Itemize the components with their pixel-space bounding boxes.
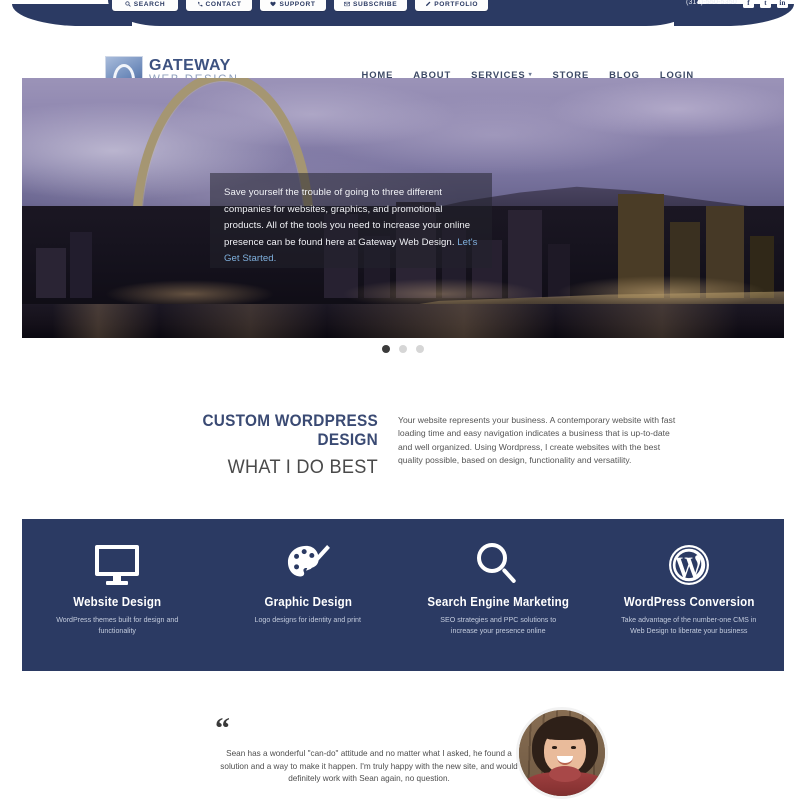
- service-card-search-engine-marketing[interactable]: Search Engine Marketing SEO strategies a…: [403, 519, 594, 637]
- hero-body-text: Save yourself the trouble of going to th…: [224, 187, 471, 248]
- close-quote-icon: “: [470, 795, 483, 805]
- service-card-graphic-design[interactable]: Graphic Design Logo designs for identity…: [213, 519, 404, 626]
- support-button[interactable]: SUPPORT: [260, 0, 326, 11]
- site-header: GATEWAY WEB DESIGN WEBSITES | GRAPHICS |…: [0, 26, 806, 94]
- slider-dot-2[interactable]: [399, 345, 407, 353]
- monitor-icon: [22, 541, 213, 589]
- twitter-icon[interactable]: t: [760, 0, 771, 8]
- intro-heading-bottom: WHAT I DO BEST: [227, 456, 378, 478]
- palette-icon: [213, 541, 404, 589]
- service-card-wordpress-conversion[interactable]: WordPress Conversion Take advantage of t…: [594, 519, 785, 637]
- intro-paragraph: Your website represents your business. A…: [398, 415, 676, 466]
- envelope-icon: [344, 1, 350, 7]
- portfolio-button[interactable]: PORTFOLIO: [415, 0, 489, 11]
- service-card-website-design[interactable]: Website Design WordPress themes built fo…: [22, 519, 213, 637]
- slider-dot-1[interactable]: [382, 345, 390, 353]
- subscribe-button-label: SUBSCRIBE: [353, 0, 398, 8]
- page-root: SEARCH CONTACT SUPPORT SUBSCRIBE PORTFOL…: [0, 0, 806, 805]
- top-utility-bar: SEARCH CONTACT SUPPORT SUBSCRIBE PORTFOL…: [0, 0, 806, 26]
- heart-icon: [270, 1, 277, 7]
- intro-section: CUSTOM WORDPRESS DESIGN WHAT I DO BEST Y…: [0, 400, 806, 495]
- logo-line-1: GATEWAY: [149, 56, 231, 74]
- slider-dot-3[interactable]: [416, 345, 424, 353]
- intro-headings: CUSTOM WORDPRESS DESIGN WHAT I DO BEST: [130, 412, 378, 479]
- search-button-label: SEARCH: [133, 0, 166, 8]
- intro-body: Your website represents your business. A…: [398, 414, 680, 468]
- top-bar-button-row: SEARCH CONTACT SUPPORT SUBSCRIBE PORTFOL…: [112, 0, 489, 11]
- open-quote-icon: “: [215, 712, 230, 745]
- service-desc-wordpress-conversion: Take advantage of the number-one CMS in …: [621, 616, 757, 635]
- phone-number[interactable]: (314)-550-5350: [686, 0, 737, 6]
- service-desc-search-engine-marketing: SEO strategies and PPC solutions to incr…: [440, 616, 557, 635]
- top-bar-right-cluster: (314)-550-5350 f t in: [686, 0, 788, 8]
- hero-slider-dots: [0, 345, 806, 353]
- chevron-down-icon: ▾: [528, 72, 533, 78]
- service-title-wordpress-conversion: WordPress Conversion: [623, 595, 755, 609]
- wordpress-icon: [594, 541, 785, 589]
- intro-heading-top: CUSTOM WORDPRESS DESIGN: [202, 412, 378, 449]
- support-button-label: SUPPORT: [279, 0, 316, 8]
- facebook-icon[interactable]: f: [743, 0, 754, 8]
- linkedin-icon[interactable]: in: [777, 0, 788, 8]
- service-title-graphic-design: Graphic Design: [263, 595, 352, 609]
- testimonial-text: Sean has a wonderful "can-do" attitude a…: [220, 749, 518, 784]
- service-desc-website-design: WordPress themes built for design and fu…: [56, 616, 179, 635]
- top-bar-content: SEARCH CONTACT SUPPORT SUBSCRIBE PORTFOL…: [0, 0, 806, 26]
- hero-caption-panel: Save yourself the trouble of going to th…: [210, 173, 492, 268]
- hero-river: [22, 304, 784, 338]
- search-button[interactable]: SEARCH: [112, 0, 178, 11]
- service-desc-graphic-design: Logo designs for identity and print: [254, 616, 361, 624]
- services-band: Website Design WordPress themes built fo…: [22, 519, 784, 671]
- phone-icon: [197, 1, 203, 7]
- portfolio-button-label: PORTFOLIO: [434, 0, 479, 8]
- testimonial-section: “ Sean has a wonderful "can-do" attitude…: [0, 700, 806, 805]
- hero-slider[interactable]: Save yourself the trouble of going to th…: [22, 78, 784, 338]
- contact-button[interactable]: CONTACT: [186, 0, 252, 11]
- service-title-website-design: Website Design: [73, 595, 162, 609]
- pencil-icon: [426, 1, 431, 7]
- magnifier-icon: [403, 541, 594, 589]
- subscribe-button[interactable]: SUBSCRIBE: [334, 0, 408, 11]
- testimonial-avatar: [516, 707, 608, 799]
- search-icon: [125, 1, 131, 7]
- service-title-search-engine-marketing: Search Engine Marketing: [427, 595, 570, 609]
- contact-button-label: CONTACT: [205, 0, 242, 8]
